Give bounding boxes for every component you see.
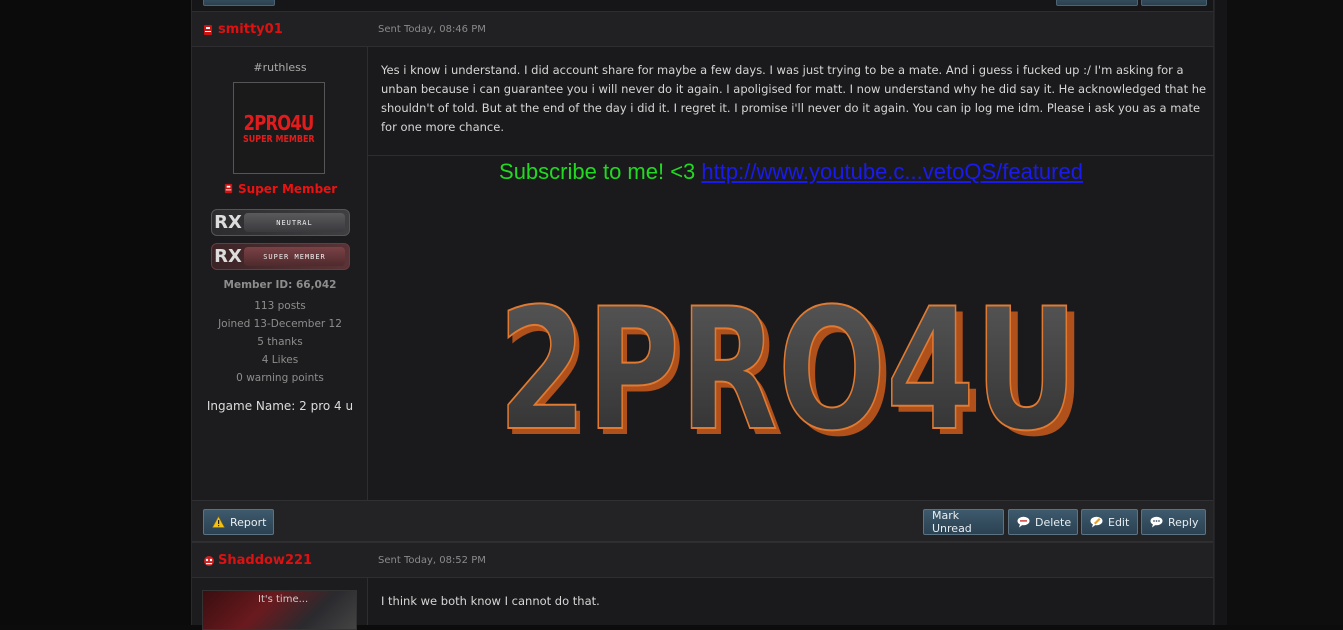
post-header: Shaddow221 Sent Today, 08:52 PM	[192, 542, 1213, 578]
right-margin	[1214, 0, 1343, 625]
rank-badge-neutral: RX NEUTRAL	[211, 209, 350, 236]
mark-unread-label: Mark Unread	[932, 509, 972, 535]
post-timestamp: Sent Today, 08:52 PM	[378, 555, 486, 566]
reply-bubble-icon	[1150, 516, 1163, 528]
avatar-caption: It's time...	[258, 594, 309, 605]
user-group: Super Member	[192, 182, 368, 196]
author-name-text[interactable]: smitty01	[218, 22, 283, 37]
report-button[interactable]: Report	[203, 509, 274, 535]
post-header: smitty01 Sent Today, 08:46 PM	[192, 11, 1213, 47]
group-icon	[202, 555, 214, 567]
likes-count: 4 Likes	[261, 354, 299, 366]
post-list: smitty01 Sent Today, 08:46 PM #ruthless …	[191, 0, 1214, 630]
previous-action-button[interactable]	[1056, 0, 1138, 6]
avatar-logo-text: 2PRO4U	[244, 110, 315, 135]
thanks-count: 5 thanks	[257, 336, 303, 348]
signature-banner-image: 2PRO4U 2PRO4U	[492, 271, 1092, 474]
previous-post-footer	[192, 0, 1213, 11]
post-timestamp: Sent Today, 08:46 PM	[378, 24, 486, 35]
post-count[interactable]: 113 posts	[192, 297, 368, 315]
banner-text: 2PRO4U	[498, 280, 1078, 450]
author-info-panel: It's time...	[192, 578, 368, 630]
avatar[interactable]: It's time...	[202, 590, 357, 630]
user-stats: 113 posts Joined 13-December 12 5 thanks…	[192, 297, 368, 387]
page-edge	[1214, 0, 1227, 625]
author-name[interactable]: smitty01	[202, 22, 283, 37]
previous-report-button[interactable]	[203, 0, 275, 6]
rank-label: NEUTRAL	[244, 213, 345, 232]
signature-line: Subscribe to me! <3 http://www.youtube.c…	[368, 159, 1214, 185]
author-info-panel: #ruthless 2PRO4U SUPER MEMBER Super Memb…	[192, 47, 368, 500]
delete-label: Delete	[1035, 515, 1072, 529]
author-name-text[interactable]: Shaddow221	[218, 553, 312, 568]
join-date: Joined 13-December 12	[218, 318, 342, 330]
post-message: Yes i know i understand. I did account s…	[381, 63, 1207, 134]
author-name[interactable]: Shaddow221	[202, 553, 312, 568]
mark-unread-button[interactable]: Mark Unread	[923, 509, 1004, 535]
user-title: #ruthless	[253, 61, 307, 74]
signature-link[interactable]: http://www.youtube.c...vetoQS/featured	[701, 159, 1083, 184]
warning-icon	[211, 515, 226, 528]
avatar-logo-subtext: SUPER MEMBER	[243, 133, 315, 145]
signature-text: Subscribe to me! <3	[499, 159, 696, 184]
group-icon	[202, 24, 214, 36]
reply-button[interactable]: Reply	[1141, 509, 1206, 535]
user-group-label: Super Member	[237, 182, 338, 196]
rank-tag: RX	[214, 246, 242, 267]
previous-reply-button[interactable]	[1141, 0, 1207, 6]
speech-bubble-icon	[1017, 516, 1030, 528]
avatar[interactable]: 2PRO4U SUPER MEMBER	[233, 82, 325, 174]
ingame-name: Ingame Name: 2 pro 4 u	[206, 399, 354, 413]
rank-badge-super-member: RX SUPER MEMBER	[211, 243, 350, 270]
signature-divider	[368, 155, 1214, 156]
edit-button[interactable]: Edit	[1081, 509, 1138, 535]
edit-icon	[1090, 516, 1103, 528]
warning-points: 0 warning points	[236, 372, 324, 384]
post-message: I think we both know I cannot do that.	[381, 594, 600, 608]
rank-tag: RX	[214, 212, 242, 233]
reply-label: Reply	[1168, 515, 1199, 529]
left-margin	[0, 0, 191, 625]
post-actions-bar: Report Mark Unread Delete Edit Reply	[192, 500, 1213, 542]
delete-button[interactable]: Delete	[1008, 509, 1078, 535]
edit-label: Edit	[1108, 515, 1130, 529]
group-badge-icon	[223, 183, 234, 194]
report-label: Report	[230, 515, 267, 529]
rank-label: SUPER MEMBER	[244, 247, 345, 266]
member-id: Member ID: 66,042	[223, 279, 337, 291]
